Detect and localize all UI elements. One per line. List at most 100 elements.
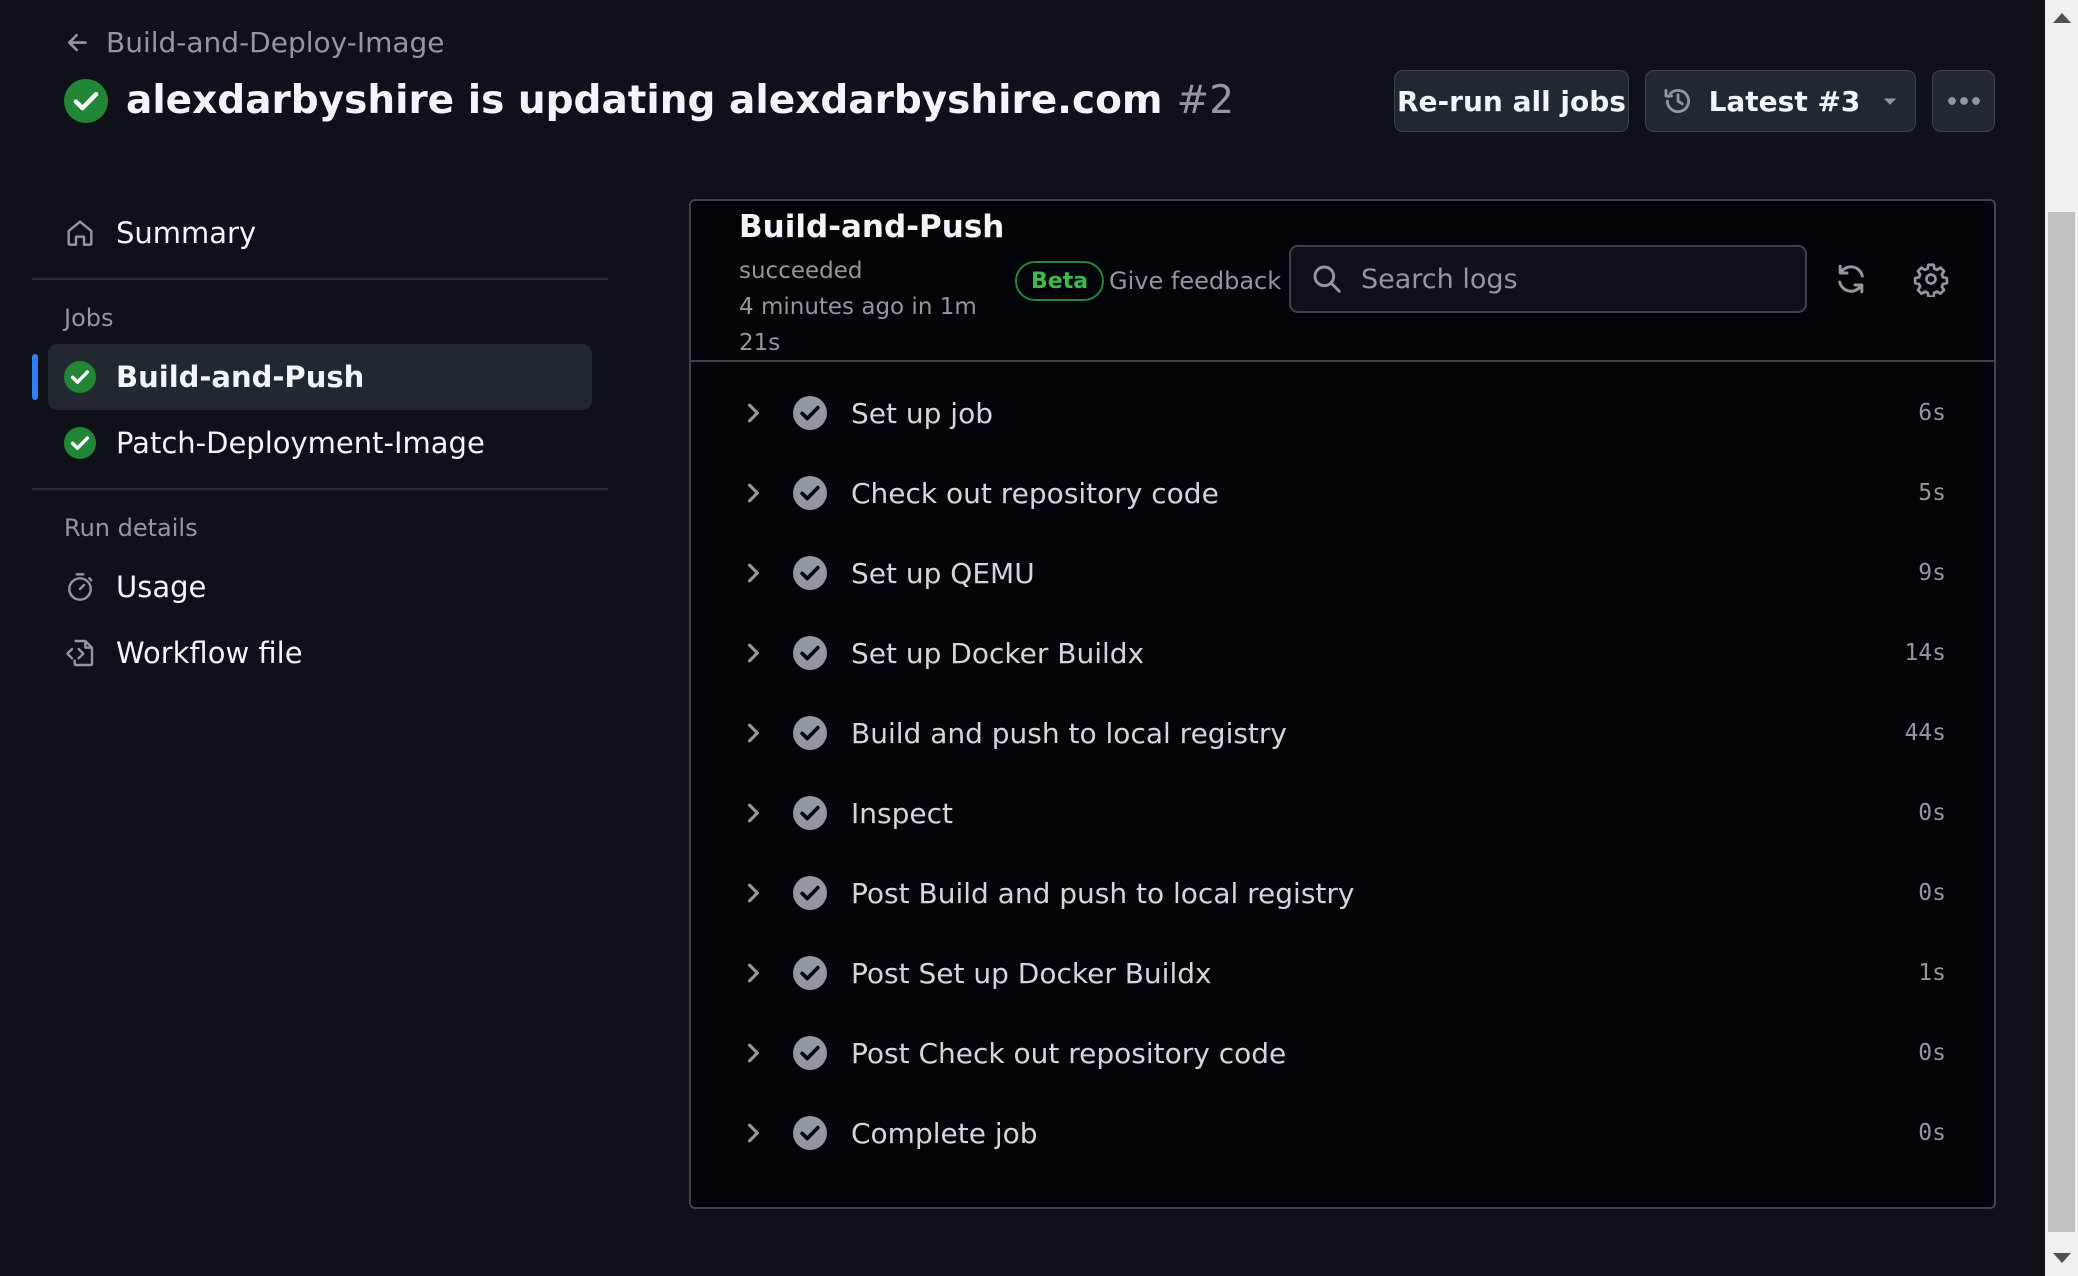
job-step-row[interactable]: Post Build and push to local registry 0s	[691, 853, 1994, 933]
step-duration: 0s	[1918, 880, 1946, 906]
step-name: Post Check out repository code	[851, 1036, 1287, 1070]
step-duration: 9s	[1918, 560, 1946, 586]
step-success-check-icon	[793, 556, 827, 590]
chevron-right-icon	[747, 803, 759, 823]
attempt-select-button[interactable]: Latest #3	[1645, 70, 1916, 132]
job-log-panel: Build-and-Push succeeded 4 minutes ago i…	[689, 199, 1996, 1209]
log-settings-button[interactable]	[1909, 257, 1953, 301]
step-duration: 1s	[1918, 960, 1946, 986]
step-success-check-icon	[793, 1036, 827, 1070]
job-step-row[interactable]: Post Set up Docker Buildx 1s	[691, 933, 1994, 1013]
refresh-logs-button[interactable]	[1829, 257, 1873, 301]
job-step-row[interactable]: Complete job 0s	[691, 1093, 1994, 1173]
sidebar-item-label: Build-and-Push	[116, 360, 365, 394]
arrow-up-icon	[2052, 13, 2071, 23]
job-timing-line2: 21s	[739, 330, 781, 356]
job-steps-list: Set up job 6s Check out repository code 5s S…	[691, 373, 1994, 1173]
rerun-button-label: Re-run all jobs	[1397, 84, 1626, 118]
step-name: Post Set up Docker Buildx	[851, 956, 1212, 990]
step-success-check-icon	[793, 476, 827, 510]
give-feedback-link[interactable]: Give feedback	[1109, 267, 1281, 295]
more-options-button[interactable]	[1932, 70, 1995, 132]
run-title-row: alexdarbyshire is updating alexdarbyshir…	[64, 78, 1234, 123]
sidebar-item-workflow-file[interactable]: Workflow file	[32, 620, 608, 686]
scroll-thumb[interactable]	[2048, 212, 2075, 1232]
sidebar-item-job-patch-deployment-image[interactable]: Patch-Deployment-Image	[48, 410, 592, 476]
job-step-row[interactable]: Post Check out repository code 0s	[691, 1013, 1994, 1093]
job-step-row[interactable]: Set up Docker Buildx 14s	[691, 613, 1994, 693]
step-duration: 14s	[1904, 640, 1946, 666]
sidebar-item-usage[interactable]: Usage	[32, 554, 608, 620]
step-success-check-icon	[793, 716, 827, 750]
job-step-row[interactable]: Check out repository code 5s	[691, 453, 1994, 533]
back-link-label: Build-and-Deploy-Image	[106, 26, 445, 59]
job-title: Build-and-Push	[739, 209, 1005, 245]
step-success-check-icon	[793, 876, 827, 910]
step-duration: 5s	[1918, 480, 1946, 506]
page-title: alexdarbyshire is updating alexdarbyshir…	[126, 78, 1163, 123]
sidebar-item-job-build-and-push[interactable]: Build-and-Push	[32, 344, 592, 410]
jobs-heading: Jobs	[64, 304, 114, 332]
scroll-down-arrow[interactable]	[2045, 1240, 2078, 1276]
chevron-right-icon	[747, 883, 759, 903]
step-success-check-icon	[793, 1116, 827, 1150]
gear-icon	[1913, 263, 1949, 297]
job-step-row[interactable]: Set up QEMU 9s	[691, 533, 1994, 613]
sync-icon	[1838, 264, 1864, 294]
step-name: Set up Docker Buildx	[851, 636, 1145, 670]
file-code-icon	[66, 639, 94, 667]
chevron-right-icon	[747, 563, 759, 583]
step-duration: 0s	[1918, 800, 1946, 826]
beta-badge: Beta	[1015, 261, 1105, 301]
rerun-all-jobs-button[interactable]: Re-run all jobs	[1394, 70, 1629, 132]
success-check-circle-icon	[64, 427, 96, 459]
success-check-circle-icon	[64, 361, 96, 393]
chevron-right-icon	[747, 643, 759, 663]
sidebar-item-label: Workflow file	[116, 636, 303, 670]
stopwatch-icon	[68, 573, 93, 601]
step-duration: 0s	[1918, 1040, 1946, 1066]
arrow-left-icon	[67, 33, 87, 51]
search-logs-box[interactable]	[1289, 245, 1807, 313]
page-bottom-edge	[0, 1262, 2045, 1276]
step-name: Check out repository code	[851, 476, 1219, 510]
home-icon	[67, 220, 93, 246]
window-scrollbar[interactable]	[2045, 0, 2078, 1276]
step-success-check-icon	[793, 396, 827, 430]
sidebar-item-summary[interactable]: Summary	[32, 200, 608, 266]
sidebar-divider	[32, 488, 608, 490]
success-check-circle-icon	[64, 78, 108, 123]
job-header: Build-and-Push succeeded 4 minutes ago i…	[691, 201, 1994, 362]
step-name: Inspect	[851, 796, 953, 830]
chevron-right-icon	[747, 1123, 759, 1143]
step-duration: 0s	[1918, 1120, 1946, 1146]
step-success-check-icon	[793, 636, 827, 670]
sidebar-item-label: Usage	[116, 570, 207, 604]
job-step-row[interactable]: Build and push to local registry 44s	[691, 693, 1994, 773]
workflow-run-page: Build-and-Deploy-Image alexdarbyshire is…	[0, 0, 2045, 1276]
scroll-up-arrow[interactable]	[2045, 0, 2078, 36]
chevron-right-icon	[747, 403, 759, 423]
run-sidebar: Summary Jobs Build-and-Push Patch-Deploy…	[32, 200, 608, 686]
job-meta: succeeded 4 minutes ago in 1m 21s	[739, 253, 979, 361]
chevron-right-icon	[747, 1043, 759, 1063]
caret-down-icon	[1884, 98, 1897, 105]
step-success-check-icon	[793, 796, 827, 830]
chevron-right-icon	[747, 483, 759, 503]
search-logs-input[interactable]	[1359, 262, 1783, 296]
job-step-row[interactable]: Set up job 6s	[691, 373, 1994, 453]
sidebar-item-label: Summary	[116, 216, 257, 250]
step-success-check-icon	[793, 956, 827, 990]
run-details-heading: Run details	[64, 514, 198, 542]
run-number: #2	[1176, 78, 1235, 123]
step-name: Post Build and push to local registry	[851, 876, 1355, 910]
history-icon	[1664, 88, 1690, 114]
step-name: Build and push to local registry	[851, 716, 1287, 750]
step-duration: 6s	[1918, 400, 1946, 426]
chevron-right-icon	[747, 963, 759, 983]
back-to-workflow-link[interactable]: Build-and-Deploy-Image	[64, 26, 445, 59]
job-step-row[interactable]: Inspect 0s	[691, 773, 1994, 853]
job-status: succeeded	[739, 258, 863, 284]
step-duration: 44s	[1904, 720, 1946, 746]
chevron-right-icon	[747, 723, 759, 743]
